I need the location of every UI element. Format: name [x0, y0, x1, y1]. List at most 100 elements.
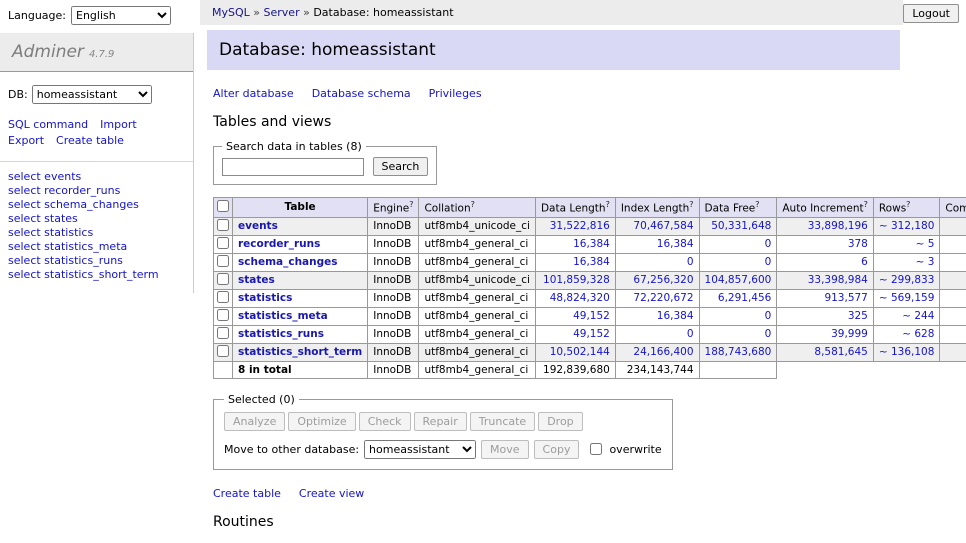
auto-increment-link[interactable]: 913,577: [824, 292, 867, 304]
rows-count-link[interactable]: ~ 628: [902, 328, 934, 340]
data-length-link[interactable]: 49,152: [573, 328, 610, 340]
data-free-link[interactable]: 50,331,648: [711, 220, 771, 232]
data-free-link[interactable]: 104,857,600: [705, 274, 772, 286]
row-checkbox[interactable]: [217, 237, 229, 249]
data-length-link[interactable]: 16,384: [573, 238, 610, 250]
search-input[interactable]: [222, 158, 364, 176]
collation-cell: utf8mb4_general_ci: [419, 343, 535, 361]
index-length-link[interactable]: 72,220,672: [633, 292, 693, 304]
move-button[interactable]: Move: [481, 440, 529, 459]
rows-count-link[interactable]: ~ 569,159: [879, 292, 935, 304]
data-length-link[interactable]: 101,859,328: [543, 274, 610, 286]
rows-count-link[interactable]: ~ 312,180: [879, 220, 935, 232]
menu-action-create-table[interactable]: Create table: [56, 134, 124, 147]
overwrite-checkbox[interactable]: [590, 443, 602, 455]
rows-count-link[interactable]: ~ 299,833: [879, 274, 935, 286]
menu-action-import[interactable]: Import: [100, 118, 137, 131]
table-name-link[interactable]: statistics: [238, 292, 292, 304]
rows-count-link[interactable]: ~ 136,108: [879, 346, 935, 358]
help-link[interactable]: ?: [864, 200, 868, 209]
index-length-link[interactable]: 0: [687, 328, 694, 340]
data-free-link[interactable]: 0: [765, 328, 772, 340]
menu-action-export[interactable]: Export: [8, 134, 44, 147]
index-length-link[interactable]: 0: [687, 256, 694, 268]
breadcrumb-item-server[interactable]: Server: [264, 6, 300, 19]
table-name-link[interactable]: recorder_runs: [238, 238, 320, 250]
row-checkbox[interactable]: [217, 291, 229, 303]
auto-increment-link[interactable]: 8,581,645: [814, 346, 867, 358]
row-checkbox[interactable]: [217, 219, 229, 231]
data-free-link[interactable]: 6,291,456: [718, 292, 771, 304]
db-link-alter-database[interactable]: Alter database: [213, 87, 294, 100]
drop-button[interactable]: Drop: [538, 412, 582, 431]
rows-count-link[interactable]: ~ 5: [916, 238, 935, 250]
truncate-button[interactable]: Truncate: [470, 412, 535, 431]
db-link-privileges[interactable]: Privileges: [429, 87, 482, 100]
row-checkbox[interactable]: [217, 273, 229, 285]
breadcrumb-item-mysql[interactable]: MySQL: [212, 6, 250, 19]
logout-button[interactable]: Logout: [903, 4, 959, 23]
data-free-link[interactable]: 0: [765, 310, 772, 322]
index-length-link[interactable]: 16,384: [657, 238, 694, 250]
help-link[interactable]: ?: [689, 200, 693, 209]
copy-button[interactable]: Copy: [534, 440, 580, 459]
table-name-link[interactable]: statistics_meta: [238, 310, 328, 322]
auto-increment-link[interactable]: 33,398,984: [808, 274, 868, 286]
row-checkbox[interactable]: [217, 327, 229, 339]
table-name-link[interactable]: states: [238, 274, 275, 286]
data-free-link[interactable]: 0: [765, 256, 772, 268]
menu-table-select-statistics[interactable]: select statistics: [8, 227, 185, 240]
rows-count-link[interactable]: ~ 3: [916, 256, 935, 268]
menu-table-select-schema-changes[interactable]: select schema_changes: [8, 199, 185, 212]
auto-increment-link[interactable]: 378: [848, 238, 868, 250]
menu-table-select-statistics-short-term[interactable]: select statistics_short_term: [8, 269, 185, 282]
create-link-create-table[interactable]: Create table: [213, 487, 281, 500]
language-select[interactable]: English: [71, 6, 171, 25]
auto-increment-link[interactable]: 325: [848, 310, 868, 322]
move-db-select[interactable]: homeassistant: [364, 440, 476, 459]
index-length-link[interactable]: 70,467,584: [633, 220, 693, 232]
db-select[interactable]: homeassistant: [32, 85, 152, 104]
check-button[interactable]: Check: [359, 412, 411, 431]
data-free-link[interactable]: 188,743,680: [705, 346, 772, 358]
db-link-database-schema[interactable]: Database schema: [312, 87, 411, 100]
menu-table-select-recorder-runs[interactable]: select recorder_runs: [8, 185, 185, 198]
select-all-checkbox[interactable]: [217, 200, 229, 212]
menu-table-select-events[interactable]: select events: [8, 171, 185, 184]
data-length-link[interactable]: 49,152: [573, 310, 610, 322]
data-length-link[interactable]: 16,384: [573, 256, 610, 268]
index-length-link[interactable]: 16,384: [657, 310, 694, 322]
row-checkbox[interactable]: [217, 255, 229, 267]
search-button[interactable]: Search: [373, 157, 429, 176]
menu-table-select-statistics-meta[interactable]: select statistics_meta: [8, 241, 185, 254]
analyze-button[interactable]: Analyze: [224, 412, 285, 431]
menu-table-select-statistics-runs[interactable]: select statistics_runs: [8, 255, 185, 268]
repair-button[interactable]: Repair: [414, 412, 467, 431]
table-name-link[interactable]: events: [238, 220, 278, 232]
data-length-link[interactable]: 10,502,144: [550, 346, 610, 358]
help-link[interactable]: ?: [906, 200, 910, 209]
index-length-link[interactable]: 24,166,400: [633, 346, 693, 358]
optimize-button[interactable]: Optimize: [288, 412, 355, 431]
index-length-link[interactable]: 67,256,320: [633, 274, 693, 286]
help-link[interactable]: ?: [471, 200, 475, 209]
help-link[interactable]: ?: [755, 200, 759, 209]
row-checkbox[interactable]: [217, 309, 229, 321]
help-link[interactable]: ?: [606, 200, 610, 209]
overwrite-label[interactable]: overwrite: [609, 443, 661, 456]
data-free-link[interactable]: 0: [765, 238, 772, 250]
table-name-link[interactable]: statistics_short_term: [238, 346, 362, 358]
auto-increment-link[interactable]: 6: [861, 256, 868, 268]
create-link-create-view[interactable]: Create view: [299, 487, 364, 500]
menu-action-sql-command[interactable]: SQL command: [8, 118, 88, 131]
menu-table-select-states[interactable]: select states: [8, 213, 185, 226]
help-link[interactable]: ?: [409, 200, 413, 209]
auto-increment-link[interactable]: 33,898,196: [808, 220, 868, 232]
table-name-link[interactable]: schema_changes: [238, 256, 338, 268]
auto-increment-link[interactable]: 39,999: [831, 328, 868, 340]
data-length-link[interactable]: 31,522,816: [550, 220, 610, 232]
data-length-link[interactable]: 48,824,320: [550, 292, 610, 304]
table-name-link[interactable]: statistics_runs: [238, 328, 324, 340]
row-checkbox[interactable]: [217, 345, 229, 357]
rows-count-link[interactable]: ~ 244: [902, 310, 934, 322]
